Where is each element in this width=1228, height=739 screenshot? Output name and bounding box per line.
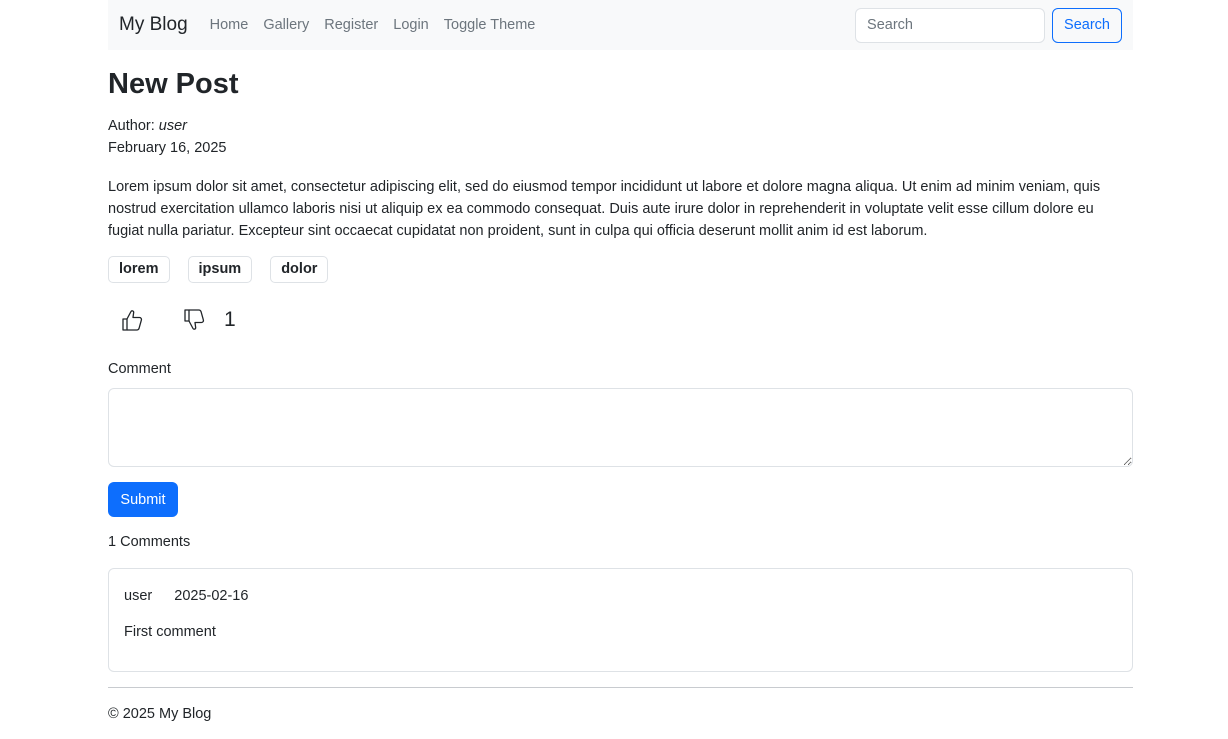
nav-link-gallery[interactable]: Gallery bbox=[263, 17, 309, 33]
brand-link[interactable]: My Blog bbox=[119, 14, 188, 36]
search-form: Search bbox=[855, 7, 1122, 43]
author-label: Author: bbox=[108, 118, 159, 134]
comment-textarea[interactable] bbox=[108, 388, 1133, 467]
nav-links: Home Gallery Register Login Toggle Theme bbox=[210, 17, 551, 33]
post-body: Lorem ipsum dolor sit amet, consectetur … bbox=[108, 179, 1101, 239]
post-title: New Post bbox=[108, 68, 239, 100]
post-date: February 16, 2025 bbox=[108, 140, 227, 156]
footer-divider bbox=[108, 687, 1133, 688]
tag-dolor[interactable]: dolor bbox=[270, 256, 329, 283]
comment-card: user 2025-02-16 First comment bbox=[108, 568, 1133, 672]
comment-author: user bbox=[124, 588, 153, 604]
search-input[interactable] bbox=[855, 7, 1046, 43]
thumbs-up-icon bbox=[122, 310, 143, 331]
page-container: My Blog Home Gallery Register Login Togg… bbox=[108, 0, 1133, 722]
author-name: user bbox=[158, 118, 187, 134]
nav-link-home[interactable]: Home bbox=[210, 17, 249, 33]
nav-link-toggle-theme[interactable]: Toggle Theme bbox=[444, 17, 536, 33]
navbar: My Blog Home Gallery Register Login Togg… bbox=[108, 0, 1133, 50]
tag-ipsum[interactable]: ipsum bbox=[187, 256, 253, 283]
nav-link-login[interactable]: Login bbox=[393, 17, 428, 33]
vote-count: 1 bbox=[224, 308, 236, 331]
post-tags: lorem ipsum dolor bbox=[108, 256, 346, 283]
post-author: Author: user bbox=[108, 118, 187, 134]
dislike-button[interactable] bbox=[182, 306, 206, 334]
comments-count: 1 Comments bbox=[108, 534, 191, 550]
comment-meta: user 2025-02-16 bbox=[124, 588, 248, 604]
thumbs-down-icon bbox=[184, 309, 205, 330]
footer-text: © 2025 My Blog bbox=[108, 706, 212, 722]
vote-bar: 1 bbox=[120, 306, 236, 334]
search-button[interactable]: Search bbox=[1052, 7, 1122, 43]
tag-lorem[interactable]: lorem bbox=[108, 256, 170, 283]
comment-text: First comment bbox=[124, 624, 216, 640]
nav-link-register[interactable]: Register bbox=[324, 17, 378, 33]
comment-label: Comment bbox=[108, 361, 171, 377]
submit-button[interactable]: Submit bbox=[108, 482, 178, 517]
like-button[interactable] bbox=[120, 306, 144, 334]
comment-date: 2025-02-16 bbox=[174, 588, 249, 604]
